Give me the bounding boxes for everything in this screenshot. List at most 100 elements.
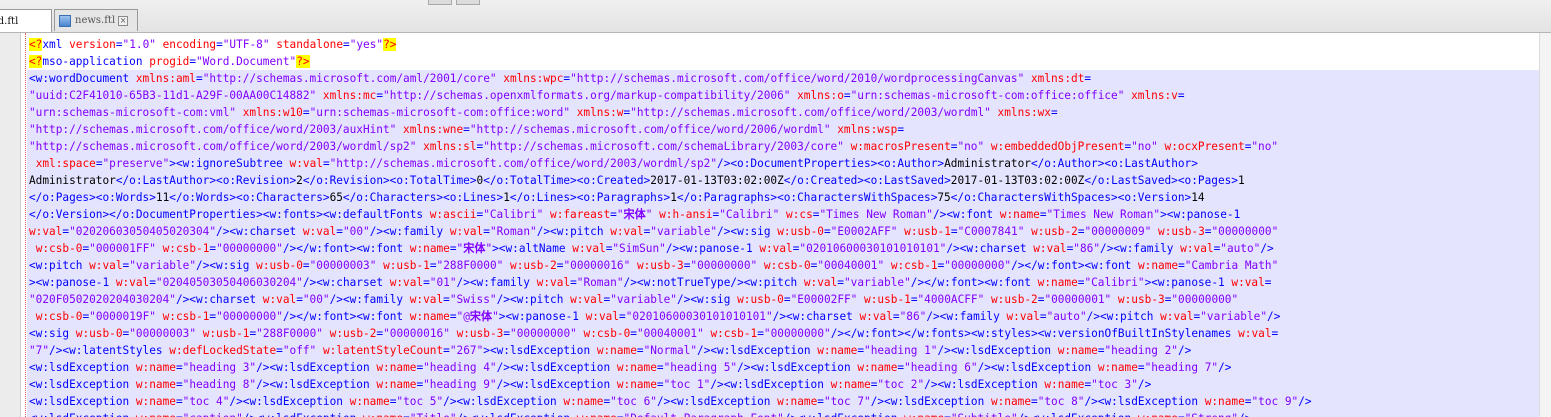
code-token: /><w:family <box>926 310 1007 323</box>
tab-word-ftl[interactable]: rd.ftl <box>0 9 52 32</box>
code-token: /><w:lsdException <box>737 361 858 374</box>
code-token: xmlns:dt <box>1030 72 1085 85</box>
code-token: w:name <box>999 208 1040 221</box>
code-token: w:val <box>289 157 323 170</box>
code-token: "000001FF" <box>89 242 156 255</box>
code-token: 2017-01-13T03:02:00Z <box>950 174 1085 187</box>
code-token: ><w:panose-1 <box>498 310 586 323</box>
code-token: ?> <box>296 55 310 68</box>
code-token: w:name <box>596 344 637 357</box>
code-token: w:val <box>1238 327 1272 340</box>
code-token: w:val <box>302 225 337 238</box>
code-token: "no" <box>1251 140 1279 153</box>
code-line: ><w:panose-1 w:val="02040503050406030204… <box>27 274 1540 291</box>
code-token: w:name <box>857 361 898 374</box>
code-token: w:val <box>610 225 644 238</box>
code-token: w:name <box>349 395 390 408</box>
code-line: "uuid:C2F41010-65B3-11d1-A29F-00AA00C148… <box>27 87 1540 104</box>
code-token: xmlns:aml <box>135 72 196 85</box>
code-token: /><w:pitch <box>1086 310 1161 323</box>
code-token: w:name <box>577 412 617 417</box>
code-token: = <box>429 259 437 272</box>
code-token: <w:lsdException <box>29 395 136 408</box>
code-token: "7" <box>29 344 50 357</box>
code-token: = <box>1177 89 1185 102</box>
code-token: = <box>817 395 824 408</box>
code-token: = <box>423 276 430 289</box>
code-token: w:name <box>830 378 871 391</box>
code-token: w:val <box>1180 242 1214 255</box>
code-token: w:val <box>536 276 571 289</box>
fold-margin[interactable] <box>0 33 21 417</box>
code-token: "auto" <box>1046 310 1087 323</box>
code-token: "toc 5" <box>396 395 444 408</box>
code-token: "E0002AFF" <box>830 225 898 238</box>
window-control[interactable] <box>428 0 452 5</box>
code-token: w:name <box>1097 361 1138 374</box>
code-token: w:val <box>389 276 424 289</box>
close-icon[interactable]: × <box>118 15 129 26</box>
code-token: xmlns:o <box>797 89 844 102</box>
code-token: w:val <box>115 276 150 289</box>
code-token: "02020603050405020304" <box>69 225 217 238</box>
window-control[interactable] <box>456 0 480 5</box>
code-token: = <box>149 276 156 289</box>
tab-bar: rd.ftl news.ftl × <box>0 0 1551 33</box>
code-token: = <box>449 242 457 255</box>
code-token: 1 <box>503 191 510 204</box>
code-token: <? <box>29 38 43 51</box>
code-token: "variable" <box>610 293 677 306</box>
code-token: </o:Lines><o:Paragraphs> <box>509 191 671 204</box>
code-token: w:csb-0 <box>35 242 83 255</box>
tab-news-ftl[interactable]: news.ftl × <box>54 9 138 31</box>
code-editor[interactable]: <?xml version="1.0" encoding="UTF-8" sta… <box>27 36 1540 417</box>
code-token: w:name <box>135 378 176 391</box>
code-token: "toc 7" <box>823 395 871 408</box>
code-line: "020F0502020204030204"/><w:charset w:val… <box>27 291 1540 308</box>
code-token: w:val <box>449 225 484 238</box>
code-token: xmlns:w10 <box>242 106 303 119</box>
code-token: /><w:lsdException <box>710 378 831 391</box>
code-token: /><w:lsdException <box>1018 412 1138 417</box>
code-token: "heading 4" <box>423 361 497 374</box>
code-token: /><w:lsdException <box>457 412 577 417</box>
code-token: w:name <box>136 412 176 417</box>
code-token: "Default Paragraph Font" <box>624 412 784 417</box>
code-token: = <box>189 55 196 68</box>
code-token: w:latentStyleCount <box>322 344 444 357</box>
code-token: progid <box>149 55 190 68</box>
code-token: "00000009" <box>1084 225 1152 238</box>
code-token: w:val <box>759 242 793 255</box>
code-token: "http://schemas.microsoft.com/office/wor… <box>29 140 417 153</box>
code-token: = <box>1077 225 1085 238</box>
code-token: "00000003" <box>129 327 197 340</box>
code-token: </o:Created><o:LastSaved> <box>783 174 951 187</box>
code-token: 宋体 <box>463 242 486 255</box>
code-token: w:usb-1 <box>864 293 911 306</box>
code-token: "preserve" <box>102 157 170 170</box>
code-line: </o:Version></o:DocumentProperties><w:fo… <box>27 206 1540 223</box>
code-token: w:name <box>1204 395 1245 408</box>
code-token: = <box>757 327 764 340</box>
code-line: w:csb-0="0000019F" w:csb-1="00000000"/><… <box>27 308 1540 325</box>
code-token: </o:Version></o:DocumentProperties><w:fo… <box>29 208 430 221</box>
code-token: "00" <box>302 293 330 306</box>
vertical-scrollbar[interactable] <box>1539 33 1551 417</box>
code-token: /><w:panose-1 <box>665 242 760 255</box>
code-token: = <box>619 310 626 323</box>
code-token: xmlns:w <box>576 106 624 119</box>
code-token: = <box>443 344 450 357</box>
code-token: w:ocxPresent <box>1164 140 1245 153</box>
code-token: w:usb-3 <box>1158 225 1205 238</box>
code-token: /> <box>1218 361 1232 374</box>
code-token: w:name <box>777 395 818 408</box>
code-token: w:name <box>616 378 657 391</box>
code-token: "heading 3" <box>182 361 257 374</box>
code-token: "http://schemas.microsoft.com/office/wor… <box>570 72 1025 85</box>
code-token: = <box>463 123 470 136</box>
code-token: "Title" <box>410 412 457 417</box>
